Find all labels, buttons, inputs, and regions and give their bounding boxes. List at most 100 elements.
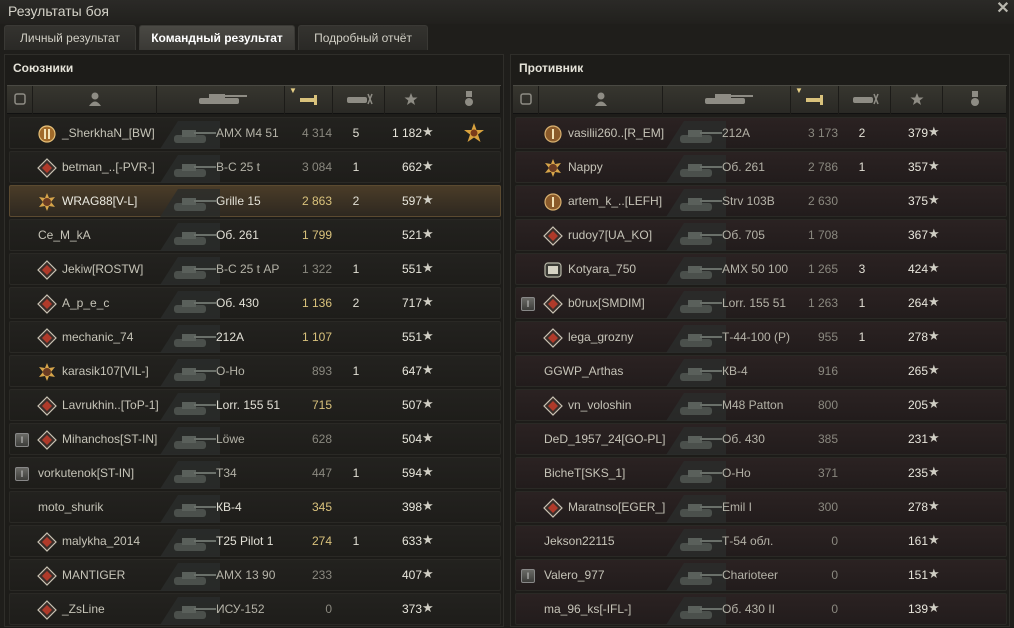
player-name: A_p_e_c [62,296,110,310]
medals-column-header[interactable] [437,86,501,114]
player-row[interactable]: Jekson22115 Т-54 обл. 0 161 ★ [515,525,1007,557]
damage-value: 916 [817,364,838,378]
rank-badge-icon [37,192,57,212]
player-row[interactable]: betman_..[-PVR-] В-С 25 t 3 084 1 662 ★ [9,151,501,183]
player-row[interactable]: I Valero_977 Charioteer 0 151 ★ [515,559,1007,591]
player-row[interactable]: Kotyara_750 AMX 50 100 1 265 3 424 ★ [515,253,1007,285]
vehicle-name: Emil I [722,500,752,514]
xp-star-icon: ★ [422,566,434,581]
player-row[interactable]: mechanic_74 212A 1 107 551 ★ [9,321,501,353]
player-row[interactable]: I Mihanchos[ST-IN] Löwe 628 504 ★ [9,423,501,455]
player-row[interactable]: A_p_e_c Об. 430 1 136 2 717 ★ [9,287,501,319]
damage-column-header[interactable]: ▼ [285,86,333,114]
player-row[interactable]: _ZsLine ИСУ-152 0 373 ★ [9,593,501,625]
rank-badge-icon [543,498,563,518]
vehicle-column-header[interactable] [157,86,285,114]
player-row[interactable]: moto_shurik КВ-4 345 398 ★ [9,491,501,523]
vehicle-name: Strv 103B [722,194,775,208]
damage-value: 1 136 [301,296,332,310]
kills-column-header[interactable] [839,86,891,114]
player-row[interactable]: Lavrukhin..[ToP-1] Lorr. 155 51 715 507 ★ [9,389,501,421]
player-column-header[interactable] [33,86,157,114]
vehicle-name: Об. 261 [216,228,259,242]
player-row[interactable]: BicheT[SKS_1] О-Но 371 235 ★ [515,457,1007,489]
rank-badge-icon [37,328,57,348]
player-column-header[interactable] [539,86,663,114]
rank-badge-icon [37,260,57,280]
xp-star-icon: ★ [928,566,940,581]
player-row[interactable]: Ib0rux[SMDIM] Lorr. 155 51 1 263 1 264 ★ [515,287,1007,319]
vehicle-name: 212A [216,330,245,344]
platoon-column-header[interactable] [7,86,33,114]
vehicle-name: AMX 13 90 [216,568,276,582]
player-row[interactable]: artem_k_..[LEFH] Strv 103B 2 630 375 ★ [515,185,1007,217]
vehicle-name: О-Но [722,466,751,480]
player-row[interactable]: malykha_2014 T25 Pilot 1 274 1 633 ★ [9,525,501,557]
player-row[interactable]: Ivorkutenok[ST-IN] T34 447 1 594 ★ [9,457,501,489]
rank-badge-icon [543,226,563,246]
medal-icon[interactable] [462,122,486,146]
player-row[interactable]: Maratnso[EGER_] Emil I 300 278 ★ [515,491,1007,523]
tank-icon [666,595,726,625]
xp-star-icon: ★ [928,226,940,241]
tank-icon [666,493,726,523]
xp-value: 594 [401,466,422,480]
kills-column-header[interactable] [333,86,385,114]
rank-badge-icon [37,396,57,416]
tank-icon [160,493,220,523]
kills-value: 1 [858,330,866,344]
damage-value: 3 084 [301,160,332,174]
tank-icon [666,391,726,421]
damage-value: 1 322 [301,262,332,276]
player-row[interactable]: ma_96_ks[-IFL-] Об. 430 II 0 139 ★ [515,593,1007,625]
tank-icon [160,561,220,591]
platoon-column-header[interactable] [513,86,539,114]
player-row[interactable]: _SherkhaN_[BW] AMX M4 51 4 314 5 1 182 ★ [9,117,501,149]
vehicle-column-header[interactable] [663,86,791,114]
xp-star-icon: ★ [422,362,434,377]
player-row[interactable]: DeD_1957_24[GO-PL] Об. 430 385 231 ★ [515,423,1007,455]
player-name: Lavrukhin..[ToP-1] [62,398,159,412]
rank-badge-icon [37,600,57,620]
enemies-rows: vasilii260..[R_EM] 212A 3 173 2 379 ★ Nappy Об.… [515,117,1007,627]
xp-value: 551 [401,330,422,344]
close-icon[interactable]: ✕ [994,0,1012,18]
tank-icon [160,119,220,149]
xp-column-icon [404,92,418,109]
xp-value: 264 [907,296,928,310]
player-row[interactable]: GGWP_Arthas КВ-4 916 265 ★ [515,355,1007,387]
xp-value: 717 [401,296,422,310]
player-row[interactable]: Jekiw[ROSTW] В-С 25 t АР 1 322 1 551 ★ [9,253,501,285]
player-row[interactable]: MANTIGER AMX 13 90 233 407 ★ [9,559,501,591]
tank-icon [160,323,220,353]
player-row[interactable]: vn_voloshin M48 Patton 800 205 ★ [515,389,1007,421]
medals-column-header[interactable] [943,86,1007,114]
damage-value: 3 173 [807,126,838,140]
tank-icon [160,255,220,285]
vehicle-name: В-С 25 t АР [216,262,280,276]
tab-team-result[interactable]: Командный результат [139,25,295,50]
player-row[interactable]: rudoy7[UA_KO] Об. 705 1 708 367 ★ [515,219,1007,251]
player-row[interactable]: vasilii260..[R_EM] 212A 3 173 2 379 ★ [515,117,1007,149]
xp-column-header[interactable] [385,86,437,114]
player-row[interactable]: lega_grozny Т-44-100 (Р) 955 1 278 ★ [515,321,1007,353]
player-name: moto_shurik [38,500,104,514]
kills-value: 1 [352,466,360,480]
player-row[interactable]: Ce_M_kA Об. 261 1 799 521 ★ [9,219,501,251]
damage-column-header[interactable]: ▼ [791,86,839,114]
xp-value: 507 [401,398,422,412]
xp-star-icon: ★ [928,430,940,445]
xp-column-header[interactable] [891,86,943,114]
tank-icon [160,425,220,455]
player-row[interactable]: WRAG88[V-L] Grille 15 2 863 2 597 ★ [9,185,501,217]
xp-star-icon: ★ [928,362,940,377]
tab-detailed-report[interactable]: Подробный отчёт [298,25,428,50]
tab-personal-result[interactable]: Личный результат [4,25,136,50]
xp-value: 231 [907,432,928,446]
vehicle-name: Об. 430 II [722,602,775,616]
player-row[interactable]: karasik107[VIL-] О-Но 893 1 647 ★ [9,355,501,387]
damage-value: 371 [817,466,838,480]
xp-value: 161 [907,534,928,548]
xp-star-icon: ★ [928,532,940,547]
player-row[interactable]: Nappy Об. 261 2 786 1 357 ★ [515,151,1007,183]
